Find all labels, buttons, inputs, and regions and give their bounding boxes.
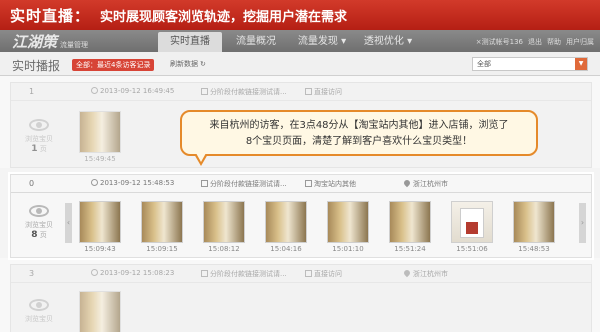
row-location: 浙江杭州市 bbox=[402, 178, 448, 189]
product-thumbnail[interactable] bbox=[79, 111, 121, 153]
product-thumbnail[interactable] bbox=[79, 291, 121, 332]
eye-icon bbox=[29, 205, 49, 217]
logout-link[interactable]: 退出 bbox=[528, 37, 542, 47]
header-links: ×测试帐号136 退出 帮助 用户归属 bbox=[471, 37, 594, 47]
row-entry: 直接访问 bbox=[305, 269, 342, 279]
page-title: 实时播报 bbox=[12, 59, 61, 73]
scroll-left-button[interactable]: ‹ bbox=[65, 203, 72, 243]
thumbnail-time: 15:09:15 bbox=[146, 245, 178, 253]
logo-text: 江湖策 bbox=[12, 33, 58, 51]
callout-line-2: 8个宝贝页面，清楚了解到客户喜欢什么宝贝类型！ bbox=[245, 136, 473, 147]
toolbar: 实时播报 全部：最近4条访客记录 刷新数据 ↻ 全部 ▼ bbox=[0, 52, 600, 76]
logo-subtext: 流量管理 bbox=[60, 41, 89, 49]
eye-icon bbox=[29, 119, 49, 131]
callout-line-1: 来自杭州的访客，在3点48分从【淘宝站内其他】进入店铺，浏览了 bbox=[209, 120, 509, 131]
thumbnail-time: 15:01:10 bbox=[332, 245, 364, 253]
entry-icon bbox=[305, 180, 312, 187]
product-thumbnail[interactable] bbox=[79, 201, 121, 243]
product-thumbnail[interactable] bbox=[265, 201, 307, 243]
clock-icon bbox=[91, 179, 98, 186]
promo-banner: 实时直播： 实时展现顾客浏览轨迹，挖掘用户潜在需求 bbox=[0, 0, 600, 30]
chevron-down-icon: ▼ bbox=[575, 58, 587, 70]
link-icon bbox=[201, 270, 208, 277]
row-time: 2013-09-12 16:49:45 bbox=[91, 87, 174, 95]
filter-select[interactable]: 全部 ▼ bbox=[472, 57, 588, 71]
row-meta: 0 2013-09-12 15:48:53 分阶段付款链接测试请... 淘宝站内… bbox=[11, 175, 591, 193]
thumbnail-time: 15:08:12 bbox=[208, 245, 240, 253]
location-pin-icon bbox=[402, 268, 412, 278]
row-index: 1 bbox=[29, 87, 35, 96]
thumbnail-time: 15:09:43 bbox=[84, 245, 116, 253]
tab-realtime[interactable]: 实时直播 bbox=[158, 32, 222, 52]
link-icon bbox=[201, 180, 208, 187]
product-thumbnail[interactable] bbox=[513, 201, 555, 243]
user-link[interactable]: 用户归属 bbox=[566, 37, 594, 47]
row-meta: 1 2013-09-12 16:49:45 分阶段付款链接测试请... 直接访问 bbox=[11, 83, 591, 101]
account-link[interactable]: ×测试帐号136 bbox=[476, 37, 523, 47]
visitor-row[interactable]: 3 2013-09-12 15:08:23 分阶段付款链接测试请... 直接访问… bbox=[10, 264, 592, 332]
row-index: 3 bbox=[29, 269, 35, 278]
thumbnail-time: 15:48:53 bbox=[518, 245, 550, 253]
entry-icon bbox=[305, 88, 312, 95]
visitor-count-badge[interactable]: 全部：最近4条访客记录 bbox=[72, 59, 155, 71]
location-pin-icon bbox=[402, 178, 412, 188]
filter-select-value: 全部 bbox=[477, 60, 491, 68]
refresh-button[interactable]: 刷新数据 ↻ bbox=[170, 59, 206, 69]
row-source: 分阶段付款链接测试请... bbox=[201, 87, 287, 97]
product-thumbnail[interactable] bbox=[141, 201, 183, 243]
thumbnail-time: 15:51:24 bbox=[394, 245, 426, 253]
view-count: 浏览宝贝 8 页 bbox=[19, 205, 59, 240]
clock-icon bbox=[91, 87, 98, 94]
eye-icon bbox=[29, 299, 49, 311]
thumbnail-time: 15:49:45 bbox=[84, 155, 116, 163]
refresh-label: 刷新数据 bbox=[170, 60, 198, 68]
thumbnail-time: 15:04:16 bbox=[270, 245, 302, 253]
visitor-row-highlighted[interactable]: 0 2013-09-12 15:48:53 分阶段付款链接测试请... 淘宝站内… bbox=[10, 174, 592, 258]
view-count: 浏览宝贝 bbox=[19, 299, 59, 324]
tab-traffic-discovery[interactable]: 流量发现 ▾ bbox=[290, 32, 354, 52]
product-thumbnail[interactable] bbox=[327, 201, 369, 243]
banner-subtitle: 实时展现顾客浏览轨迹，挖掘用户潜在需求 bbox=[100, 9, 348, 25]
product-thumbnail[interactable] bbox=[203, 201, 245, 243]
tab-traffic-overview[interactable]: 流量概况 bbox=[224, 32, 288, 52]
row-entry: 淘宝站内其他 bbox=[305, 179, 356, 189]
product-thumbnail[interactable] bbox=[389, 201, 431, 243]
entry-icon bbox=[305, 270, 312, 277]
row-time: 2013-09-12 15:48:53 bbox=[91, 179, 174, 187]
callout-tail-inner bbox=[196, 153, 206, 162]
main-tabs: 实时直播 流量概况 流量发现 ▾ 透视优化 ▾ bbox=[158, 32, 422, 52]
scroll-right-button[interactable]: › bbox=[579, 203, 586, 243]
row-source: 分阶段付款链接测试请... bbox=[201, 179, 287, 189]
row-time: 2013-09-12 15:08:23 bbox=[91, 269, 174, 277]
view-count: 浏览宝贝 1 页 bbox=[19, 119, 59, 154]
row-index: 0 bbox=[29, 179, 35, 188]
row-location: 浙江杭州市 bbox=[402, 268, 448, 279]
callout-bubble: 来自杭州的访客，在3点48分从【淘宝站内其他】进入店铺，浏览了 8个宝贝页面，清… bbox=[180, 110, 538, 156]
clock-icon bbox=[91, 269, 98, 276]
link-icon bbox=[201, 88, 208, 95]
help-link[interactable]: 帮助 bbox=[547, 37, 561, 47]
refresh-icon: ↻ bbox=[200, 60, 206, 68]
app-header: 江湖策 流量管理 实时直播 流量概况 流量发现 ▾ 透视优化 ▾ ×测试帐号13… bbox=[0, 30, 600, 52]
thumbnail-time: 15:51:06 bbox=[456, 245, 488, 253]
row-meta: 3 2013-09-12 15:08:23 分阶段付款链接测试请... 直接访问… bbox=[11, 265, 591, 283]
row-source: 分阶段付款链接测试请... bbox=[201, 269, 287, 279]
tab-optimization[interactable]: 透视优化 ▾ bbox=[356, 32, 420, 52]
logo[interactable]: 江湖策 流量管理 bbox=[12, 31, 88, 51]
row-entry: 直接访问 bbox=[305, 87, 342, 97]
banner-title: 实时直播： bbox=[10, 6, 91, 25]
product-thumbnail[interactable] bbox=[451, 201, 493, 243]
